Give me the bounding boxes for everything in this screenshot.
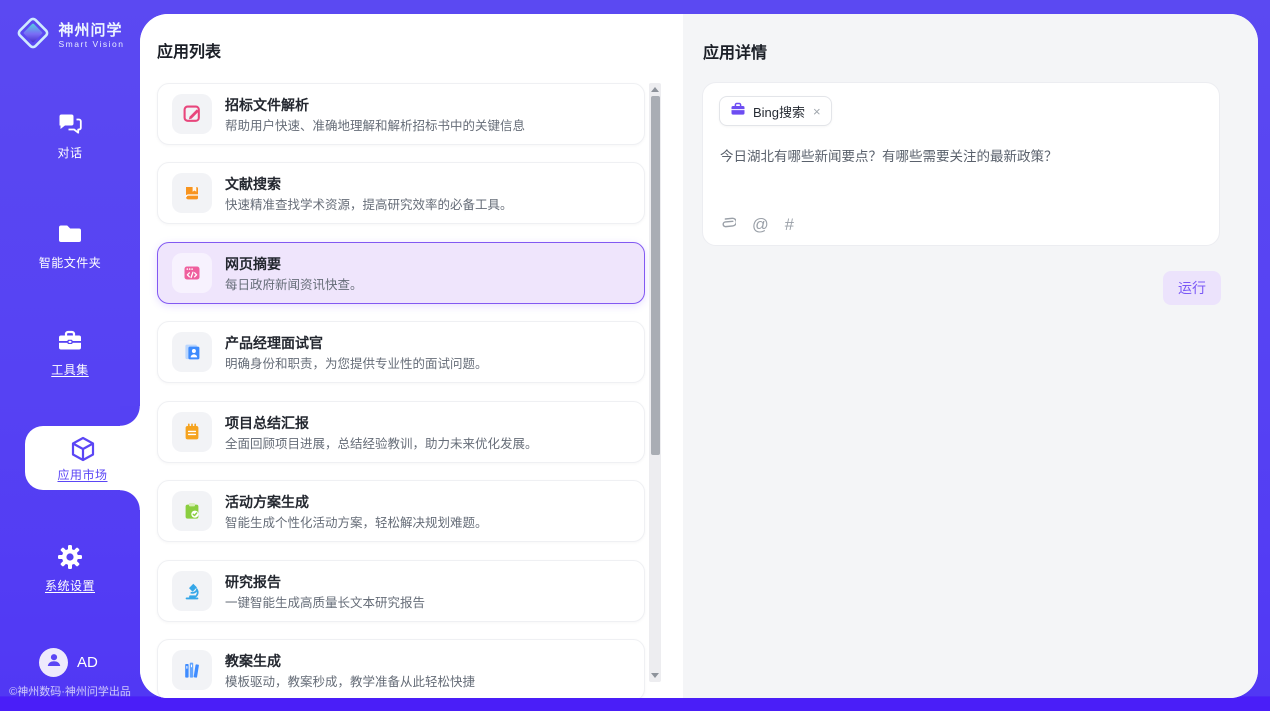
- list-item-web-summary[interactable]: 网页摘要 每日政府新闻资讯快查。: [157, 242, 645, 304]
- app-desc: 明确身份和职责，为您提供专业性的面试问题。: [225, 355, 488, 373]
- brand-subtitle: Smart Vision: [58, 39, 124, 49]
- books-icon: [172, 650, 212, 690]
- brand-name: 神州问学: [58, 22, 124, 39]
- sidebar-item-label: 系统设置: [0, 577, 140, 594]
- app-title: 产品经理面试官: [225, 334, 488, 352]
- app-desc: 智能生成个性化活动方案，轻松解决规划难题。: [225, 514, 488, 532]
- list-item-project-summary[interactable]: 项目总结汇报 全面回顾项目进展，总结经验教训，助力未来优化发展。: [157, 401, 645, 463]
- list-item-event-plan[interactable]: 活动方案生成 智能生成个性化活动方案，轻松解决规划难题。: [157, 480, 645, 542]
- chat-icon: [0, 110, 140, 138]
- hash-icon[interactable]: #: [785, 217, 794, 234]
- at-icon[interactable]: @: [752, 217, 769, 234]
- app-desc: 模板驱动，教案秒成，教学准备从此轻松快捷: [225, 673, 475, 691]
- sidebar-item-label: 工具集: [0, 361, 140, 378]
- app-title: 活动方案生成: [225, 493, 488, 511]
- folder-icon: [0, 220, 140, 248]
- book-icon: [172, 173, 212, 213]
- app-title: 项目总结汇报: [225, 414, 538, 432]
- microscope-icon: [172, 571, 212, 611]
- app-list-title: 应用列表: [157, 38, 221, 62]
- sidebar-item-smart-folder[interactable]: 智能文件夹: [0, 220, 140, 271]
- scrollbar[interactable]: [649, 83, 661, 682]
- sidebar-item-label: 对话: [0, 144, 140, 161]
- sidebar-item-label: 智能文件夹: [0, 254, 140, 271]
- scrollbar-thumb[interactable]: [651, 96, 660, 455]
- tool-tag-bing-search[interactable]: Bing搜索 ×: [719, 96, 832, 126]
- person-icon: [45, 651, 63, 674]
- scrollbar-up-arrow[interactable]: [649, 83, 661, 96]
- app-list-panel: 应用列表 招标文件解析 帮助用户快速、准确地理解和解析招标书中的关键信息: [140, 14, 683, 698]
- prompt-card: Bing搜索 × 今日湖北有哪些新闻要点？有哪些需要关注的最新政策？ @ #: [702, 82, 1220, 246]
- clipboard-check-icon: [172, 491, 212, 531]
- briefcase-icon: [730, 101, 746, 122]
- avatar[interactable]: [39, 648, 68, 677]
- app-desc: 快速精准查找学术资源，提高研究效率的必备工具。: [225, 196, 513, 214]
- app-title: 招标文件解析: [225, 96, 525, 114]
- app-detail-panel: 应用详情 Bing搜索 × 今日湖北有哪些新闻要点？有哪些需要关注的最新政策？: [683, 14, 1258, 698]
- sidebar-item-app-market[interactable]: 应用市场: [25, 426, 140, 490]
- browser-code-icon: [172, 253, 212, 293]
- sidebar-footer: ©神州数码·神州问学出品: [0, 683, 140, 699]
- notepad-icon: [172, 412, 212, 452]
- diamond-logo-icon: [15, 15, 51, 56]
- user-initials: AD: [77, 654, 98, 671]
- list-item-research-report[interactable]: 研究报告 一键智能生成高质量长文本研究报告: [157, 560, 645, 622]
- list-item-lesson-plan[interactable]: 教案生成 模板驱动，教案秒成，教学准备从此轻松快捷: [157, 639, 645, 698]
- list-item-bid-analysis[interactable]: 招标文件解析 帮助用户快速、准确地理解和解析招标书中的关键信息: [157, 83, 645, 145]
- app-title: 网页摘要: [225, 255, 363, 273]
- app-title: 研究报告: [225, 573, 425, 591]
- toolbox-icon: [0, 327, 140, 355]
- question-text-input[interactable]: 今日湖北有哪些新闻要点？有哪些需要关注的最新政策？: [720, 147, 1199, 167]
- cube-icon: [25, 435, 140, 463]
- sidebar-item-toolset[interactable]: 工具集: [0, 327, 140, 378]
- tool-tag-label: Bing搜索: [753, 102, 805, 121]
- sidebar-item-chat[interactable]: 对话: [0, 110, 140, 161]
- app-title: 教案生成: [225, 652, 475, 670]
- document-edit-icon: [172, 94, 212, 134]
- user-row: AD: [0, 648, 140, 678]
- list-item-literature-search[interactable]: 文献搜索 快速精准查找学术资源，提高研究效率的必备工具。: [157, 162, 645, 224]
- sidebar-item-settings[interactable]: 系统设置: [0, 543, 140, 594]
- run-button[interactable]: 运行: [1163, 271, 1221, 305]
- app-desc: 一键智能生成高质量长文本研究报告: [225, 594, 425, 612]
- brand-logo: 神州问学 Smart Vision: [0, 15, 140, 56]
- app-desc: 每日政府新闻资讯快查。: [225, 276, 363, 294]
- app-desc: 全面回顾项目进展，总结经验教训，助力未来优化发展。: [225, 435, 538, 453]
- list-item-pm-interviewer[interactable]: 产品经理面试官 明确身份和职责，为您提供专业性的面试问题。: [157, 321, 645, 383]
- scrollbar-down-arrow[interactable]: [649, 669, 661, 682]
- gear-icon: [0, 543, 140, 571]
- app-title: 文献搜索: [225, 175, 513, 193]
- sidebar-item-label: 应用市场: [25, 466, 140, 483]
- close-icon[interactable]: ×: [813, 105, 821, 118]
- app-desc: 帮助用户快速、准确地理解和解析招标书中的关键信息: [225, 117, 525, 135]
- main-content: 应用列表 招标文件解析 帮助用户快速、准确地理解和解析招标书中的关键信息: [140, 14, 1258, 698]
- app-detail-title: 应用详情: [703, 39, 767, 63]
- app-frame: 神州问学 Smart Vision 对话 智能文件夹: [0, 0, 1270, 711]
- paperclip-icon[interactable]: [719, 214, 736, 236]
- input-toolbar: @ #: [719, 214, 794, 236]
- interview-icon: [172, 332, 212, 372]
